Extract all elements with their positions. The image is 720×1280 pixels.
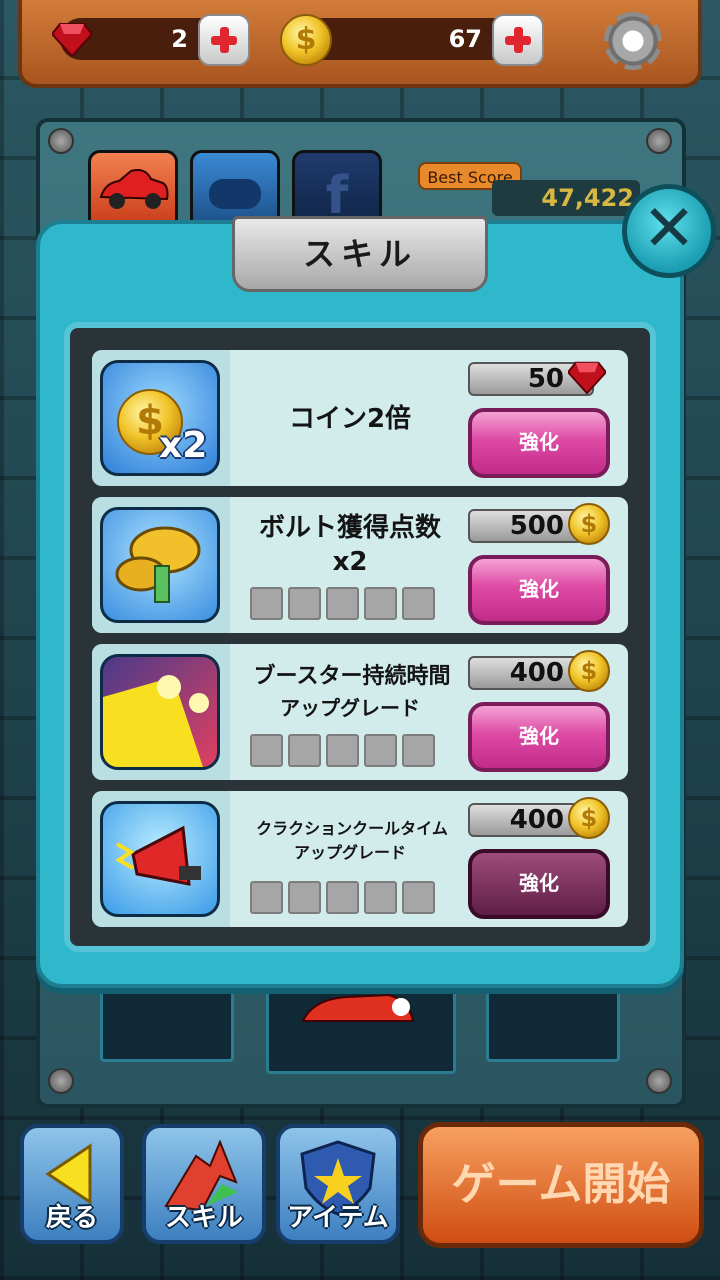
level-box (326, 881, 359, 914)
bolt-screw-icon (100, 507, 220, 623)
start-game-button[interactable]: ゲーム開始 (418, 1122, 704, 1248)
upgrade-button[interactable]: 強化 (468, 408, 610, 478)
skill-name: クラクションクールタイム (256, 819, 448, 838)
level-indicator (250, 734, 440, 771)
upgrade-button[interactable]: 強化 (468, 702, 610, 772)
level-box (402, 587, 435, 620)
ruby-gem-icon (52, 23, 92, 56)
level-indicator (250, 881, 440, 918)
skill-name-line2: アップグレード (293, 843, 406, 862)
skill-name: ブースター持続時間 (253, 664, 451, 689)
gold-coin-icon (568, 650, 610, 692)
skill-row-horn-cooldown: クラクションクールタイム アップグレード 400 強化 (92, 791, 628, 927)
item-label: アイテム (287, 1203, 389, 1233)
gold-coin-icon (568, 503, 610, 545)
bolt-icon (646, 128, 672, 154)
level-box (402, 734, 435, 767)
level-box (250, 881, 283, 914)
level-box (402, 881, 435, 914)
back-label: 戻る (45, 1203, 98, 1233)
skill-button[interactable]: スキル (142, 1124, 266, 1244)
dialog-title: スキル (232, 216, 488, 292)
level-indicator (250, 587, 440, 624)
ruby-gem-icon (568, 361, 606, 394)
level-box (288, 881, 321, 914)
level-box (364, 881, 397, 914)
back-button[interactable]: 戻る (20, 1124, 124, 1244)
skill-name: コイン2倍 (288, 404, 412, 434)
skill-row-coin-double: x2 コイン2倍 50 強化 (92, 350, 628, 486)
car-icon (99, 169, 169, 209)
skill-label: スキル (164, 1203, 243, 1233)
level-box (326, 587, 359, 620)
item-button[interactable]: アイテム (276, 1124, 400, 1244)
race-car-icon (301, 993, 415, 1022)
close-button[interactable]: ✕ (622, 184, 716, 278)
gear-icon[interactable] (604, 12, 662, 70)
megaphone-horn-icon (100, 801, 220, 917)
bolt-icon (48, 128, 74, 154)
tab-car[interactable] (88, 150, 178, 230)
booster-icon (100, 654, 220, 770)
level-box (250, 734, 283, 767)
upgrade-button[interactable]: 強化 (468, 849, 610, 919)
gold-coin-icon (280, 14, 332, 66)
level-box (288, 587, 321, 620)
skill-name-line2: アップグレード (280, 696, 420, 720)
bolt-icon (48, 1068, 74, 1094)
buy-coins-button[interactable] (492, 14, 544, 66)
level-box (326, 734, 359, 767)
skill-name: ボルト獲得点数 (258, 513, 441, 543)
level-box (250, 587, 283, 620)
upgrade-button[interactable]: 強化 (468, 555, 610, 625)
car-card-locked[interactable] (100, 978, 234, 1062)
best-score-value: 47,422 (492, 180, 640, 216)
bolt-icon (646, 1068, 672, 1094)
gold-coin-icon (568, 797, 610, 839)
level-box (288, 734, 321, 767)
skill-row-bolt-points: ボルト獲得点数 x2 500 強化 (92, 497, 628, 633)
level-box (364, 587, 397, 620)
skill-name-line2: x2 (332, 547, 368, 577)
car-card-locked[interactable] (486, 978, 620, 1062)
level-box (364, 734, 397, 767)
skill-row-booster-duration: ブースター持続時間 アップグレード 400 強化 (92, 644, 628, 780)
car-card-selected[interactable] (266, 978, 456, 1074)
coin-x2-icon: x2 (100, 360, 220, 476)
close-x-icon: ✕ (642, 192, 696, 266)
buy-gems-button[interactable] (198, 14, 250, 66)
